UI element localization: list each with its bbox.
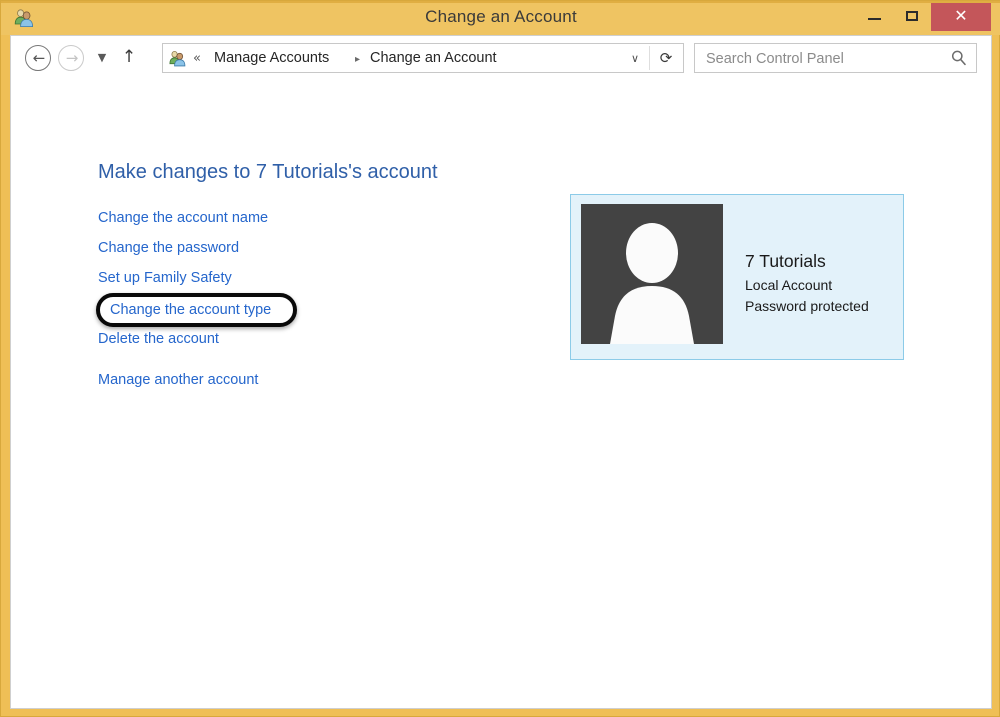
up-one-level-button[interactable]: ↑: [117, 44, 141, 70]
close-button[interactable]: ✕: [931, 3, 991, 31]
link-manage-another-account[interactable]: Manage another account: [98, 372, 258, 388]
search-box[interactable]: [694, 43, 977, 74]
link-change-the-account-name[interactable]: Change the account name: [98, 210, 268, 226]
minimize-icon: [868, 18, 881, 20]
refresh-icon[interactable]: ⟳: [653, 47, 679, 69]
link-change-the-password[interactable]: Change the password: [98, 240, 239, 256]
account-password-status: Password protected: [745, 298, 869, 314]
breadcrumb-overflow-icon[interactable]: «: [193, 49, 201, 68]
breadcrumb-separator-icon[interactable]: ▸: [355, 50, 360, 69]
link-set-up-family-safety[interactable]: Set up Family Safety: [98, 270, 232, 286]
application-window: Change an Account ✕ ← → ▼ ↑ « Manage Acc…: [0, 0, 1000, 717]
search-input[interactable]: [704, 44, 943, 74]
page-title: Make changes to 7 Tutorials's account: [98, 161, 438, 183]
highlighted-link-label[interactable]: Change the account type: [110, 302, 271, 318]
maximize-icon: [906, 11, 918, 21]
window-title: Change an Account: [425, 7, 577, 26]
main-content: Make changes to 7 Tutorials's account Ch…: [11, 88, 991, 708]
highlight-annotation: Change the account type: [96, 293, 297, 327]
window-client-area: ← → ▼ ↑ « Manage Accounts ▸ Change an Ac…: [10, 35, 992, 709]
user-silhouette-avatar: [581, 204, 723, 344]
close-icon: ✕: [954, 8, 968, 25]
user-accounts-icon: [168, 49, 187, 68]
account-type-label: Local Account: [745, 277, 833, 293]
navigation-toolbar: ← → ▼ ↑ « Manage Accounts ▸ Change an Ac…: [11, 36, 991, 88]
breadcrumb-item-change-an-account[interactable]: Change an Account: [370, 49, 497, 68]
back-button[interactable]: ←: [25, 45, 51, 71]
search-icon[interactable]: [949, 48, 969, 68]
forward-button[interactable]: →: [58, 45, 84, 71]
back-arrow-icon: ←: [32, 49, 46, 67]
maximize-button[interactable]: [893, 1, 931, 31]
breadcrumb-item-manage-accounts[interactable]: Manage Accounts: [214, 49, 329, 68]
title-bar-top-edge: [1, 1, 1000, 3]
recent-locations-button[interactable]: ▼: [91, 45, 113, 71]
address-bar-divider: [649, 46, 650, 70]
account-summary-panel: 7 Tutorials Local Account Password prote…: [570, 194, 904, 360]
account-name: 7 Tutorials: [745, 251, 826, 271]
link-delete-the-account[interactable]: Delete the account: [98, 331, 219, 347]
forward-arrow-icon: →: [65, 49, 79, 67]
minimize-button[interactable]: [855, 1, 893, 31]
title-bar[interactable]: Change an Account ✕: [1, 1, 1000, 35]
chevron-down-icon[interactable]: ∨: [625, 49, 645, 68]
address-bar[interactable]: « Manage Accounts ▸ Change an Account ∨ …: [162, 43, 684, 73]
